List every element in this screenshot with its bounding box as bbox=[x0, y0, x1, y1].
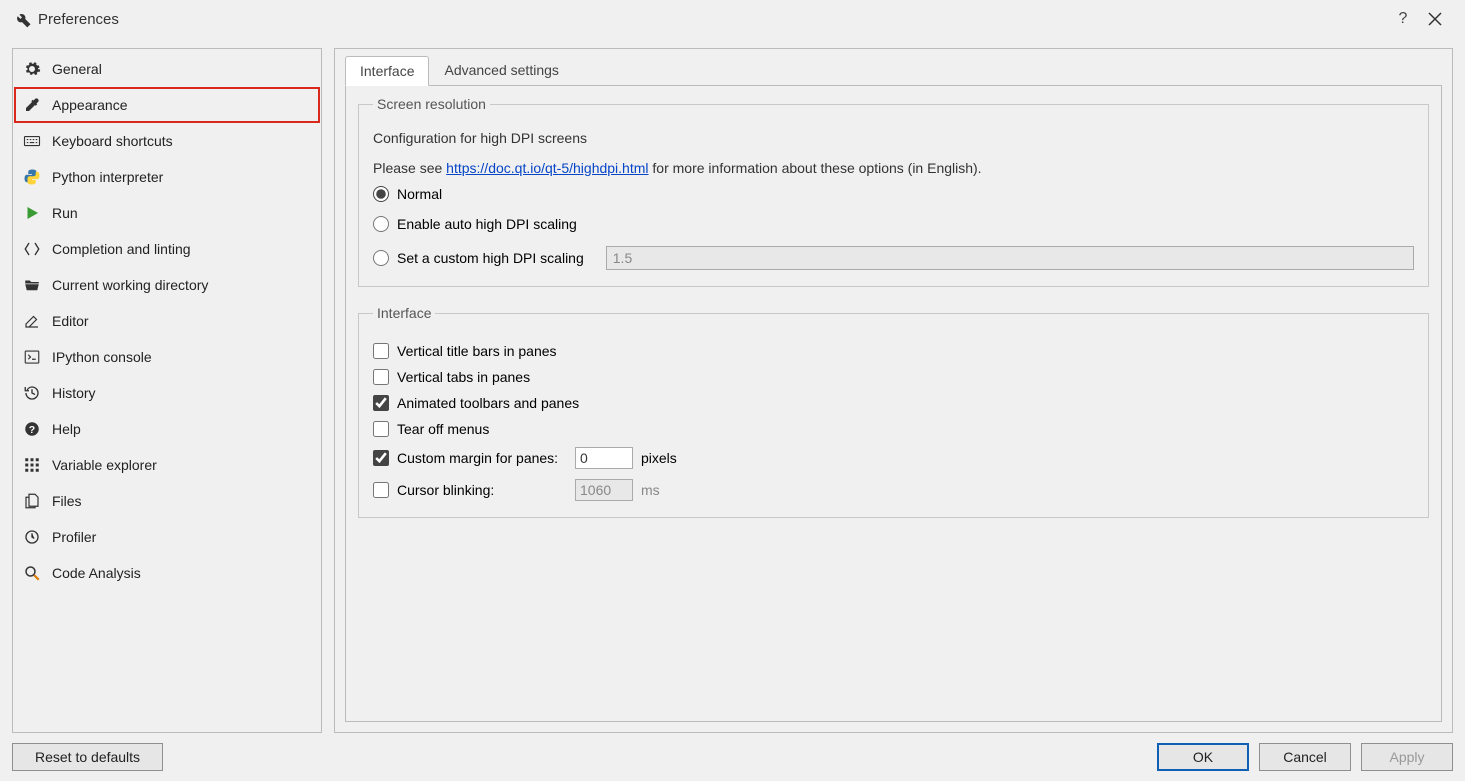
radio-dpi-custom-label: Set a custom high DPI scaling bbox=[397, 250, 584, 266]
python-icon bbox=[22, 167, 42, 187]
sidebar-item-current-working-directory[interactable]: Current working directory bbox=[14, 267, 320, 303]
sidebar-item-completion-and-linting[interactable]: Completion and linting bbox=[14, 231, 320, 267]
edit-icon bbox=[22, 311, 42, 331]
sidebar-item-label: Files bbox=[52, 493, 82, 509]
sidebar-item-editor[interactable]: Editor bbox=[14, 303, 320, 339]
sidebar-item-label: Variable explorer bbox=[52, 457, 157, 473]
checkbox-custom-margin[interactable] bbox=[373, 450, 389, 466]
sidebar-item-profiler[interactable]: Profiler bbox=[14, 519, 320, 555]
cursor-blinking-spinbox[interactable] bbox=[575, 479, 633, 501]
checkbox-vertical-tabs[interactable] bbox=[373, 369, 389, 385]
tab-advanced-settings[interactable]: Advanced settings bbox=[429, 55, 573, 85]
eyedropper-icon bbox=[22, 95, 42, 115]
cursor-blinking-unit: ms bbox=[641, 482, 660, 498]
group-legend: Interface bbox=[373, 305, 435, 321]
sidebar-item-label: History bbox=[52, 385, 96, 401]
screen-resolution-doclink-line: Please see https://doc.qt.io/qt-5/highdp… bbox=[373, 160, 1414, 176]
checkbox-tear-off-menus[interactable] bbox=[373, 421, 389, 437]
sidebar-item-help[interactable]: ? Help bbox=[14, 411, 320, 447]
files-icon bbox=[22, 491, 42, 511]
tabs: InterfaceAdvanced settings bbox=[345, 55, 1442, 85]
sidebar-item-label: Python interpreter bbox=[52, 169, 163, 185]
sidebar-item-label: Help bbox=[52, 421, 81, 437]
sidebar-item-run[interactable]: Run bbox=[14, 195, 320, 231]
custom-margin-label: Custom margin for panes: bbox=[397, 450, 567, 466]
sidebar-item-appearance[interactable]: Appearance bbox=[14, 87, 320, 123]
screen-resolution-subtitle: Configuration for high DPI screens bbox=[373, 130, 1414, 146]
sidebar-item-label: Run bbox=[52, 205, 78, 221]
checkbox-animated-toolbars-label: Animated toolbars and panes bbox=[397, 395, 579, 411]
radio-dpi-auto-label: Enable auto high DPI scaling bbox=[397, 216, 577, 232]
cancel-button[interactable]: Cancel bbox=[1259, 743, 1351, 771]
help-icon: ? bbox=[22, 419, 42, 439]
custom-margin-unit: pixels bbox=[641, 450, 677, 466]
ok-button[interactable]: OK bbox=[1157, 743, 1249, 771]
checkbox-cursor-blinking[interactable] bbox=[373, 482, 389, 498]
play-icon bbox=[22, 203, 42, 223]
sidebar: General Appearance Keyboard shortcuts Pytho… bbox=[12, 48, 322, 733]
window-title: Preferences bbox=[38, 11, 119, 28]
checkbox-vertical-tabs-label: Vertical tabs in panes bbox=[397, 369, 530, 385]
checkbox-vertical-title-bars-label: Vertical title bars in panes bbox=[397, 343, 557, 359]
completion-icon bbox=[22, 239, 42, 259]
sidebar-item-variable-explorer[interactable]: Variable explorer bbox=[14, 447, 320, 483]
sidebar-item-ipython-console[interactable]: IPython console bbox=[14, 339, 320, 375]
svg-text:?: ? bbox=[29, 424, 35, 436]
group-screen-resolution: Screen resolution Configuration for high… bbox=[358, 96, 1429, 287]
sidebar-item-keyboard-shortcuts[interactable]: Keyboard shortcuts bbox=[14, 123, 320, 159]
close-button[interactable] bbox=[1419, 5, 1451, 33]
magnify-icon bbox=[22, 563, 42, 583]
keyboard-icon bbox=[22, 131, 42, 151]
group-interface: Interface Vertical title bars in panes V… bbox=[358, 305, 1429, 518]
sidebar-item-label: Profiler bbox=[52, 529, 96, 545]
tab-interface-content: Screen resolution Configuration for high… bbox=[345, 85, 1442, 722]
custom-margin-spinbox[interactable] bbox=[575, 447, 633, 469]
tab-interface[interactable]: Interface bbox=[345, 56, 429, 86]
after-link-label: for more information about these options… bbox=[649, 160, 982, 176]
sidebar-item-label: Code Analysis bbox=[52, 565, 141, 581]
checkbox-animated-toolbars[interactable] bbox=[373, 395, 389, 411]
sidebar-item-label: Appearance bbox=[52, 97, 128, 113]
sidebar-item-label: Completion and linting bbox=[52, 241, 191, 257]
apply-button[interactable]: Apply bbox=[1361, 743, 1453, 771]
radio-dpi-custom[interactable] bbox=[373, 250, 389, 266]
sidebar-item-general[interactable]: General bbox=[14, 51, 320, 87]
sidebar-item-label: Current working directory bbox=[52, 277, 208, 293]
sidebar-item-files[interactable]: Files bbox=[14, 483, 320, 519]
reset-to-defaults-button[interactable]: Reset to defaults bbox=[12, 743, 163, 771]
checkbox-tear-off-menus-label: Tear off menus bbox=[397, 421, 489, 437]
main-panel: InterfaceAdvanced settings Screen resolu… bbox=[334, 48, 1453, 733]
sidebar-item-code-analysis[interactable]: Code Analysis bbox=[14, 555, 320, 591]
radio-dpi-auto[interactable] bbox=[373, 216, 389, 232]
radio-dpi-normal-label: Normal bbox=[397, 186, 442, 202]
wrench-icon bbox=[14, 10, 32, 28]
folder-icon bbox=[22, 275, 42, 295]
group-legend: Screen resolution bbox=[373, 96, 490, 112]
sidebar-item-label: Editor bbox=[52, 313, 89, 329]
sidebar-item-label: General bbox=[52, 61, 102, 77]
sidebar-item-python-interpreter[interactable]: Python interpreter bbox=[14, 159, 320, 195]
gears-icon bbox=[22, 59, 42, 79]
checkbox-vertical-title-bars[interactable] bbox=[373, 343, 389, 359]
grid-icon bbox=[22, 455, 42, 475]
sidebar-item-label: Keyboard shortcuts bbox=[52, 133, 173, 149]
sidebar-item-history[interactable]: History bbox=[14, 375, 320, 411]
footer: Reset to defaults OK Cancel Apply bbox=[0, 737, 1465, 781]
clock-icon bbox=[22, 527, 42, 547]
highdpi-doc-link[interactable]: https://doc.qt.io/qt-5/highdpi.html bbox=[446, 160, 648, 176]
history-icon bbox=[22, 383, 42, 403]
dpi-custom-value-input[interactable] bbox=[606, 246, 1414, 270]
please-see-label: Please see bbox=[373, 160, 446, 176]
help-button[interactable]: ? bbox=[1387, 5, 1419, 33]
titlebar: Preferences ? bbox=[0, 0, 1465, 38]
console-icon bbox=[22, 347, 42, 367]
sidebar-item-label: IPython console bbox=[52, 349, 152, 365]
cursor-blinking-label: Cursor blinking: bbox=[397, 482, 567, 498]
radio-dpi-normal[interactable] bbox=[373, 186, 389, 202]
